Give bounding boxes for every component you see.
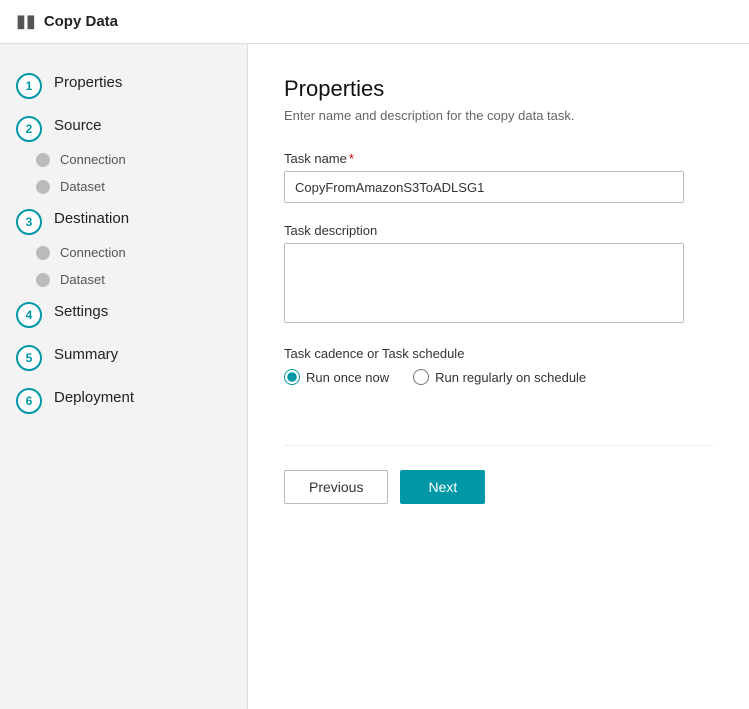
sidebar-item-settings[interactable]: 4 Settings: [0, 293, 247, 336]
source-dataset-label: Dataset: [60, 179, 105, 194]
run-once-radio[interactable]: [284, 369, 300, 385]
step-circle-2: 2: [16, 116, 42, 142]
main-layout: 1 Properties 2 Source Connection Dataset…: [0, 44, 749, 709]
task-name-input[interactable]: [284, 171, 684, 203]
sidebar-item-properties[interactable]: 1 Properties: [0, 64, 247, 107]
run-schedule-radio[interactable]: [413, 369, 429, 385]
sidebar: 1 Properties 2 Source Connection Dataset…: [0, 44, 248, 709]
destination-dataset-item[interactable]: Dataset: [36, 266, 247, 293]
sidebar-label-settings: Settings: [54, 301, 108, 320]
topbar: ▮▮ Copy Data: [0, 0, 749, 44]
page-title: Properties: [284, 76, 713, 102]
source-sub-items: Connection Dataset: [0, 146, 247, 200]
required-indicator: *: [349, 151, 354, 166]
source-connection-item[interactable]: Connection: [36, 146, 247, 173]
destination-connection-label: Connection: [60, 245, 126, 260]
sidebar-item-source[interactable]: 2 Source: [0, 107, 247, 150]
topbar-title: Copy Data: [44, 13, 118, 30]
destination-connection-item[interactable]: Connection: [36, 239, 247, 266]
radio-group: Run once now Run regularly on schedule: [284, 369, 713, 385]
sub-dot: [36, 153, 50, 167]
footer: Previous Next: [284, 445, 713, 504]
sub-dot: [36, 273, 50, 287]
step-circle-1: 1: [16, 73, 42, 99]
sub-dot: [36, 180, 50, 194]
task-name-group: Task name*: [284, 151, 713, 203]
task-cadence-group: Task cadence or Task schedule Run once n…: [284, 346, 713, 385]
run-schedule-label: Run regularly on schedule: [435, 370, 586, 385]
sidebar-item-destination[interactable]: 3 Destination: [0, 200, 247, 243]
source-dataset-item[interactable]: Dataset: [36, 173, 247, 200]
step-circle-5: 5: [16, 345, 42, 371]
sidebar-item-deployment[interactable]: 6 Deployment: [0, 379, 247, 422]
cadence-label: Task cadence or Task schedule: [284, 346, 713, 361]
step-circle-3: 3: [16, 209, 42, 235]
source-connection-label: Connection: [60, 152, 126, 167]
previous-button[interactable]: Previous: [284, 470, 388, 504]
sidebar-label-properties: Properties: [54, 72, 122, 91]
copy-data-icon: ▮▮: [16, 11, 36, 32]
sidebar-label-deployment: Deployment: [54, 387, 134, 406]
task-description-input[interactable]: [284, 243, 684, 323]
task-description-label: Task description: [284, 223, 713, 238]
destination-dataset-label: Dataset: [60, 272, 105, 287]
run-once-label: Run once now: [306, 370, 389, 385]
task-name-label: Task name*: [284, 151, 713, 166]
page-subtitle: Enter name and description for the copy …: [284, 108, 713, 123]
step-circle-4: 4: [16, 302, 42, 328]
destination-sub-items: Connection Dataset: [0, 239, 247, 293]
run-once-option[interactable]: Run once now: [284, 369, 389, 385]
run-schedule-option[interactable]: Run regularly on schedule: [413, 369, 586, 385]
step-circle-6: 6: [16, 388, 42, 414]
task-description-group: Task description: [284, 223, 713, 326]
sidebar-label-source: Source: [54, 115, 102, 134]
sidebar-item-summary[interactable]: 5 Summary: [0, 336, 247, 379]
content-area: Properties Enter name and description fo…: [248, 44, 749, 709]
sub-dot: [36, 246, 50, 260]
next-button[interactable]: Next: [400, 470, 485, 504]
sidebar-label-summary: Summary: [54, 344, 118, 363]
sidebar-label-destination: Destination: [54, 208, 129, 227]
